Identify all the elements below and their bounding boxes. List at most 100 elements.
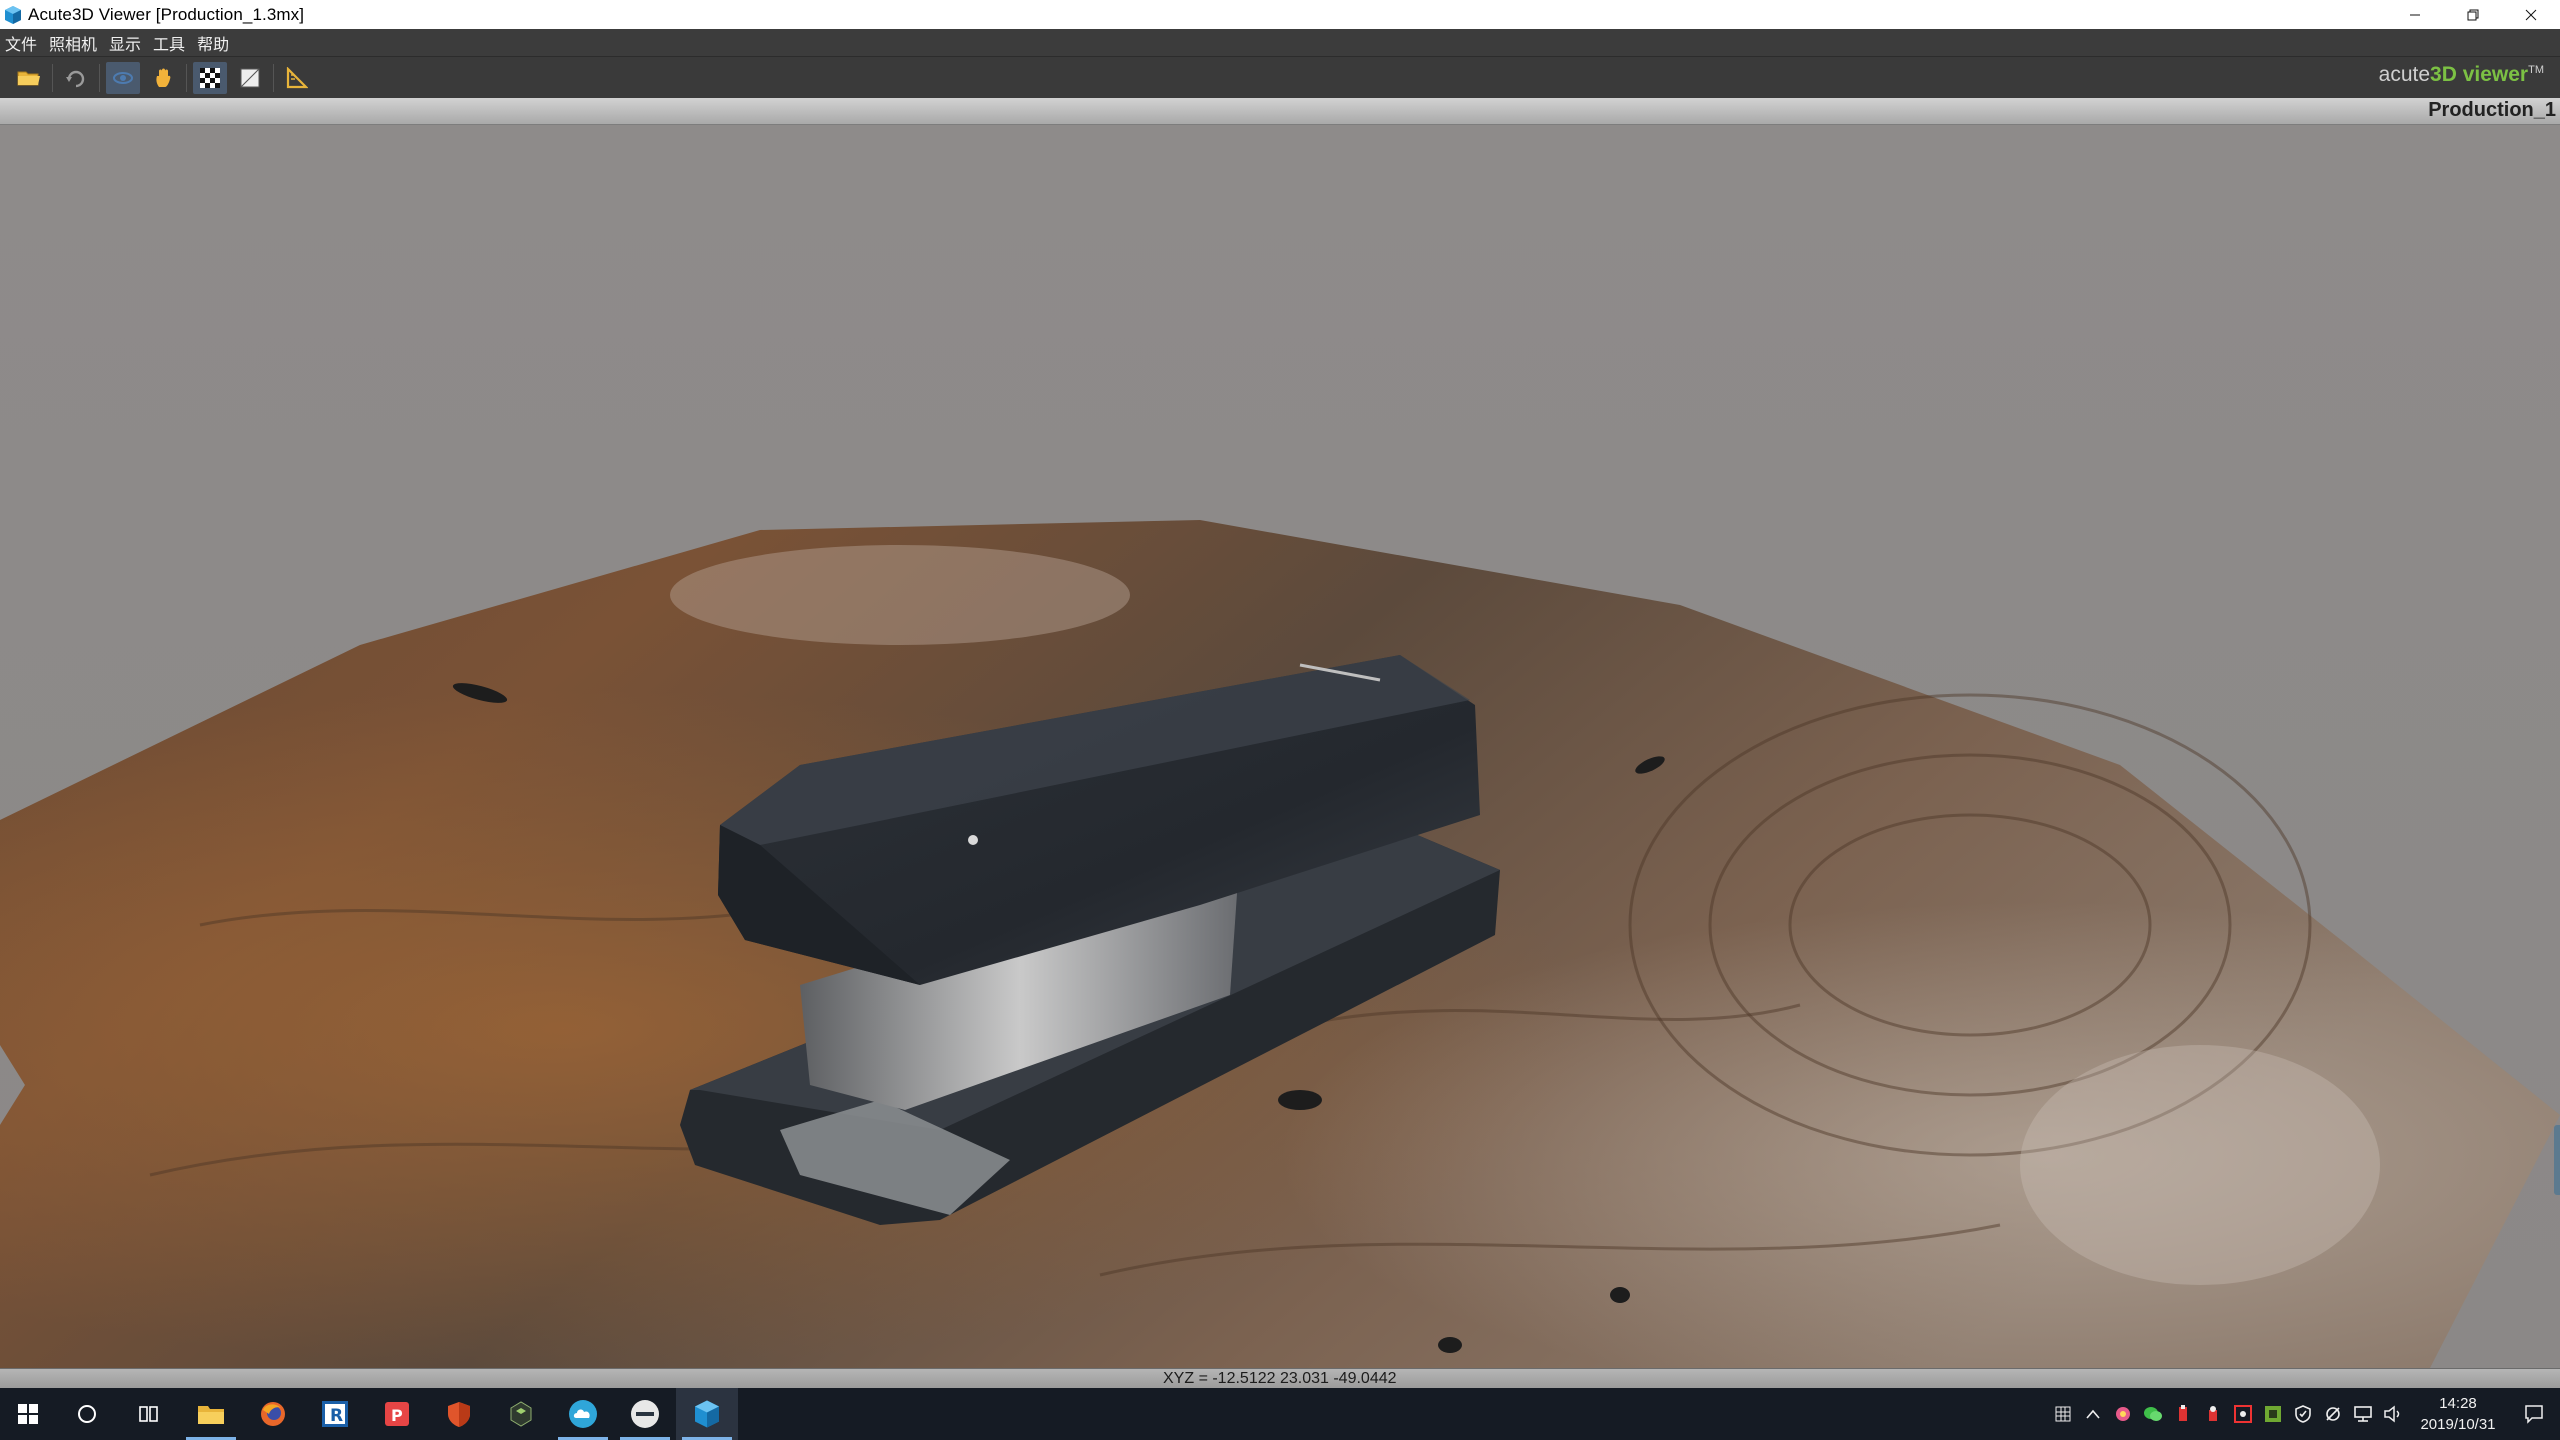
red-app-icon	[2209, 1406, 2217, 1421]
cortana-search-icon	[78, 1405, 96, 1423]
shield-icon	[2295, 1405, 2311, 1423]
keyboard-grid-icon	[2055, 1406, 2071, 1422]
scene-name-label: Production_1	[2428, 99, 2556, 121]
logo-text: acute	[2378, 63, 2431, 86]
security-app-icon	[448, 1402, 470, 1427]
taskbar-app-security[interactable]	[428, 1388, 490, 1440]
orbit-button[interactable]	[106, 62, 140, 94]
menu-tools[interactable]: 工具	[148, 31, 192, 55]
texture-toggle-button[interactable]	[193, 62, 227, 94]
tray-keyboard[interactable]	[2048, 1399, 2078, 1429]
tray-app-5[interactable]	[2258, 1399, 2288, 1429]
window-title: Acute3D Viewer [Production_1.3mx]	[28, 4, 305, 24]
clock-time: 14:28	[2439, 1395, 2477, 1412]
tray-wechat[interactable]	[2138, 1399, 2168, 1429]
pan-hand-icon	[156, 68, 171, 87]
clock-date: 2019/10/31	[2420, 1416, 2496, 1433]
wechat-icon	[2144, 1407, 2162, 1421]
acute3d-viewer-icon	[695, 1400, 719, 1428]
taskbar-app-cloud[interactable]	[552, 1388, 614, 1440]
taskbar-clock[interactable]: 14:28 2019/10/31	[2408, 1393, 2508, 1435]
title-bar: Acute3D Viewer [Production_1.3mx]	[0, 0, 2560, 29]
disc-app-icon	[631, 1400, 659, 1428]
tray-volume[interactable]	[2378, 1399, 2408, 1429]
screenshot-icon	[2234, 1405, 2252, 1423]
logo-text-3d: 3D	[2430, 63, 2457, 86]
flower-icon	[2116, 1407, 2130, 1421]
scene-header-strip: Production_1	[0, 98, 2560, 125]
app-dark-icon	[510, 1401, 532, 1427]
svg-text:P: P	[391, 1406, 403, 1425]
windows-taskbar: R P 14:28 2019/10/31	[0, 1388, 2560, 1440]
task-view-button[interactable]	[118, 1388, 180, 1440]
measure-icon	[286, 67, 308, 89]
toolbar-separator	[273, 64, 274, 92]
nvidia-icon	[2265, 1406, 2281, 1422]
menu-help[interactable]: 帮助	[192, 31, 236, 55]
wireframe-toggle-button[interactable]	[233, 62, 267, 94]
toolbar: acute3D viewerTM	[0, 56, 2560, 99]
3d-viewport[interactable]	[0, 125, 2560, 1368]
tray-app-3[interactable]	[2198, 1399, 2228, 1429]
close-icon	[2525, 9, 2537, 20]
reset-view-button[interactable]	[59, 62, 93, 94]
cloud-app-icon	[569, 1400, 597, 1428]
restore-button[interactable]	[2444, 0, 2502, 29]
tray-network[interactable]	[2348, 1399, 2378, 1429]
menu-file[interactable]: 文件	[0, 31, 44, 55]
speaker-icon	[2384, 1405, 2400, 1423]
reset-view-icon	[66, 70, 85, 88]
tray-app-6[interactable]	[2318, 1399, 2348, 1429]
revit-icon: R	[322, 1401, 348, 1427]
logo-text-viewer: viewer	[2456, 63, 2529, 86]
firefox-icon	[261, 1402, 285, 1426]
network-icon	[2354, 1406, 2372, 1422]
checker-texture-icon	[200, 68, 220, 88]
toolbar-separator	[52, 64, 53, 92]
tray-app-1[interactable]	[2108, 1399, 2138, 1429]
tray-app-4[interactable]	[2228, 1399, 2258, 1429]
open-file-button[interactable]	[12, 62, 46, 94]
viewport-side-handle[interactable]	[2554, 1125, 2560, 1195]
acute3d-app-icon	[5, 5, 21, 24]
taskbar-app-revit[interactable]: R	[304, 1388, 366, 1440]
toolbar-separator	[186, 64, 187, 92]
minimize-icon	[2410, 14, 2420, 15]
menu-bar: 文件 照相机 显示 工具 帮助	[0, 29, 2560, 56]
start-button[interactable]	[0, 1388, 56, 1440]
file-explorer-icon	[198, 1406, 224, 1424]
logo-trademark: TM	[2528, 64, 2544, 76]
chevron-up-icon	[2086, 1409, 2100, 1419]
minimize-button[interactable]	[2386, 0, 2444, 29]
open-folder-icon	[17, 71, 40, 86]
taskbar-app-dark[interactable]	[490, 1388, 552, 1440]
status-bar: XYZ = -12.5122 23.031 -49.0442	[0, 1368, 2560, 1389]
taskbar-app-acute3d-viewer[interactable]	[676, 1388, 738, 1440]
close-button[interactable]	[2502, 0, 2560, 29]
windows-start-icon	[18, 1404, 38, 1424]
acute3d-viewer-logo: acute3D viewerTM	[2379, 63, 2544, 87]
3d-model-render	[0, 520, 2560, 1368]
taskbar-app-file-explorer[interactable]	[180, 1388, 242, 1440]
taskbar-app-disc[interactable]	[614, 1388, 676, 1440]
menu-display[interactable]: 显示	[104, 31, 148, 55]
system-tray: 14:28 2019/10/31	[2048, 1388, 2560, 1440]
restore-icon	[2467, 9, 2479, 20]
svg-text:R: R	[330, 1406, 343, 1426]
taskbar-app-pdf[interactable]: P	[366, 1388, 428, 1440]
notification-icon	[2525, 1405, 2543, 1424]
pan-button[interactable]	[146, 62, 180, 94]
menu-camera[interactable]: 照相机	[44, 31, 104, 55]
taskbar-app-firefox[interactable]	[242, 1388, 304, 1440]
orbit-icon	[113, 72, 133, 84]
search-button[interactable]	[56, 1388, 118, 1440]
network-settings-icon	[2326, 1407, 2340, 1421]
tray-show-hidden[interactable]	[2078, 1399, 2108, 1429]
toolbar-separator	[99, 64, 100, 92]
tray-defender[interactable]	[2288, 1399, 2318, 1429]
task-view-icon	[139, 1406, 158, 1422]
tray-app-2[interactable]	[2168, 1399, 2198, 1429]
pdf-reader-icon: P	[385, 1402, 409, 1426]
action-center-button[interactable]	[2508, 1388, 2560, 1440]
measure-button[interactable]	[280, 62, 314, 94]
